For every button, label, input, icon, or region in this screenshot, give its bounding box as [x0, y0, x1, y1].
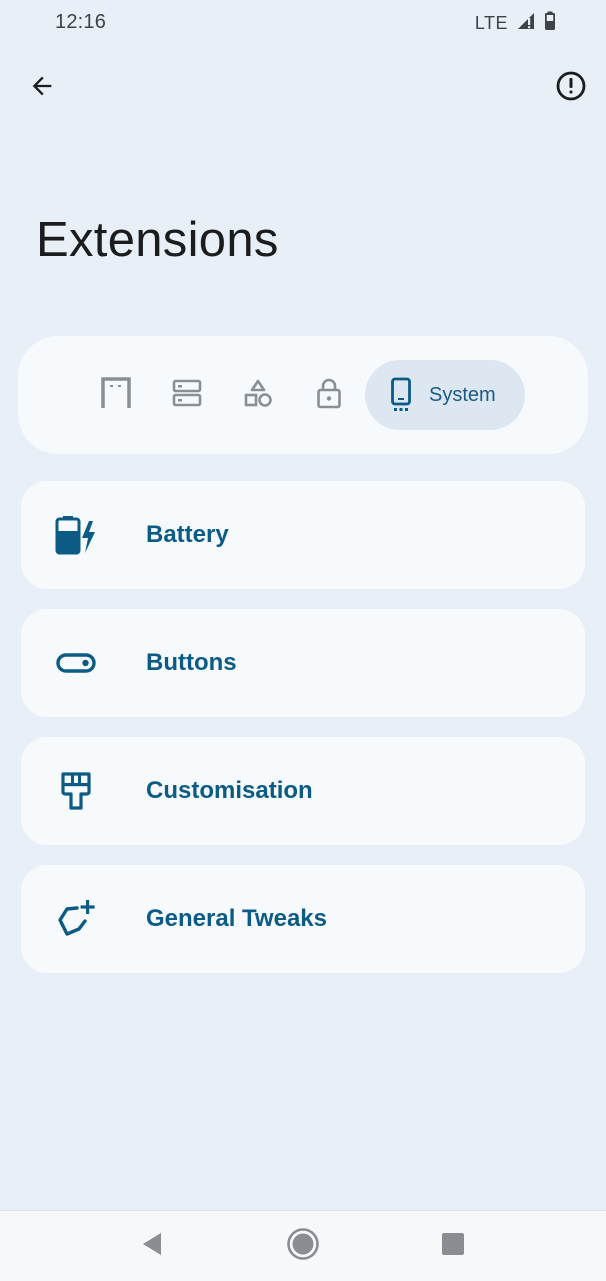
extension-item-customisation[interactable]: Customisation: [21, 737, 585, 845]
category-tab-door[interactable]: [98, 376, 134, 414]
nav-home-button[interactable]: [285, 1227, 321, 1266]
network-type: LTE: [474, 13, 508, 33]
system-nav-bar: [0, 1210, 606, 1281]
nav-recents-button[interactable]: [435, 1228, 471, 1264]
info-outline-icon: [555, 70, 587, 107]
category-tab-label: System: [429, 384, 496, 406]
signal-icon: [516, 12, 536, 35]
nav-back-button[interactable]: [134, 1228, 170, 1264]
status-time: 12:16: [55, 11, 107, 33]
extension-item-battery[interactable]: Battery: [21, 481, 585, 589]
extension-label: General Tweaks: [146, 905, 327, 932]
category-tab-server[interactable]: [169, 377, 205, 413]
category-selector: System: [18, 336, 588, 454]
toggle-icon: [55, 643, 97, 683]
shield-plus-icon: [55, 899, 97, 939]
category-tab-lock[interactable]: [311, 377, 347, 413]
status-indicators: LTE: [475, 11, 556, 36]
category-tab-shapes[interactable]: [240, 377, 276, 413]
lock-icon: [316, 377, 342, 414]
extension-label: Battery: [146, 521, 229, 548]
paint-brush-icon: [55, 771, 97, 811]
extension-label: Buttons: [146, 649, 237, 676]
nav-recents-icon: [441, 1232, 465, 1261]
extension-label: Customisation: [146, 777, 313, 804]
extension-item-general-tweaks[interactable]: General Tweaks: [21, 865, 585, 973]
phone-icon: [388, 377, 414, 413]
server-stack-icon: [172, 379, 202, 412]
arrow-back-icon: [28, 72, 56, 105]
extension-item-buttons[interactable]: Buttons: [21, 609, 585, 717]
status-bar: 12:16 LTE: [0, 0, 606, 46]
nav-home-icon: [286, 1227, 320, 1266]
nav-back-icon: [141, 1232, 163, 1261]
shapes-icon: [243, 378, 273, 413]
info-button[interactable]: [551, 68, 591, 108]
door-frame-icon: [101, 376, 131, 414]
battery-icon: [544, 11, 556, 36]
back-button[interactable]: [22, 68, 62, 108]
page-title: Extensions: [36, 213, 279, 267]
category-tab-system[interactable]: System: [365, 360, 525, 430]
battery-charging-icon: [55, 515, 97, 555]
